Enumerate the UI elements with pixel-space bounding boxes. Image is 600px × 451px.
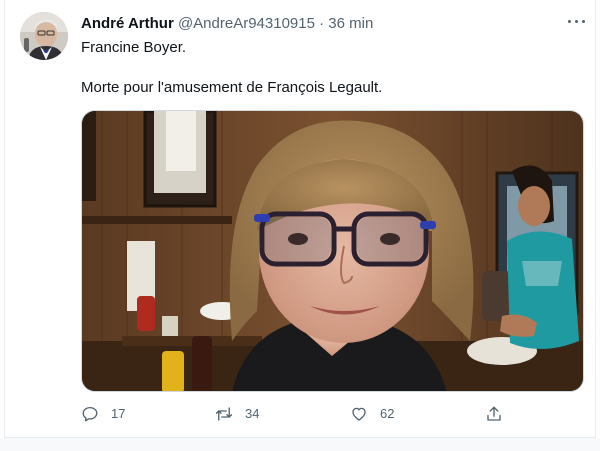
tweet-header: André Arthur @AndreAr94310915 · 36 min: [81, 14, 373, 34]
author-name[interactable]: André Arthur: [81, 15, 174, 32]
more-options-button[interactable]: [566, 12, 588, 30]
like-count: 62: [380, 406, 395, 421]
tweet-timestamp[interactable]: 36 min: [328, 15, 373, 32]
timeline-background: [0, 438, 600, 451]
share-upload-icon: [487, 406, 501, 421]
like-button[interactable]: 62: [350, 402, 394, 426]
author-avatar[interactable]: [20, 12, 68, 60]
reply-button[interactable]: 17: [81, 402, 125, 426]
tweet-actions: 17 34 62: [81, 402, 521, 426]
share-button[interactable]: [485, 402, 515, 426]
separator-dot: ·: [319, 15, 325, 32]
tweet-text: Francine Boyer. Morte pour l'amusement d…: [81, 38, 581, 98]
tweet-text-line: Morte pour l'amusement de François Legau…: [81, 79, 383, 96]
author-handle[interactable]: @AndreAr94310915: [178, 15, 315, 32]
reply-bubble-icon: [82, 406, 98, 422]
tweet-text-line: Francine Boyer.: [81, 39, 187, 56]
heart-icon: [352, 407, 366, 421]
tweet-photo[interactable]: [81, 110, 584, 392]
retweet-arrows-icon: [215, 407, 233, 421]
retweet-button[interactable]: 34: [215, 402, 259, 426]
reply-count: 17: [111, 406, 126, 421]
photo-image: [82, 111, 583, 391]
retweet-count: 34: [245, 406, 260, 421]
